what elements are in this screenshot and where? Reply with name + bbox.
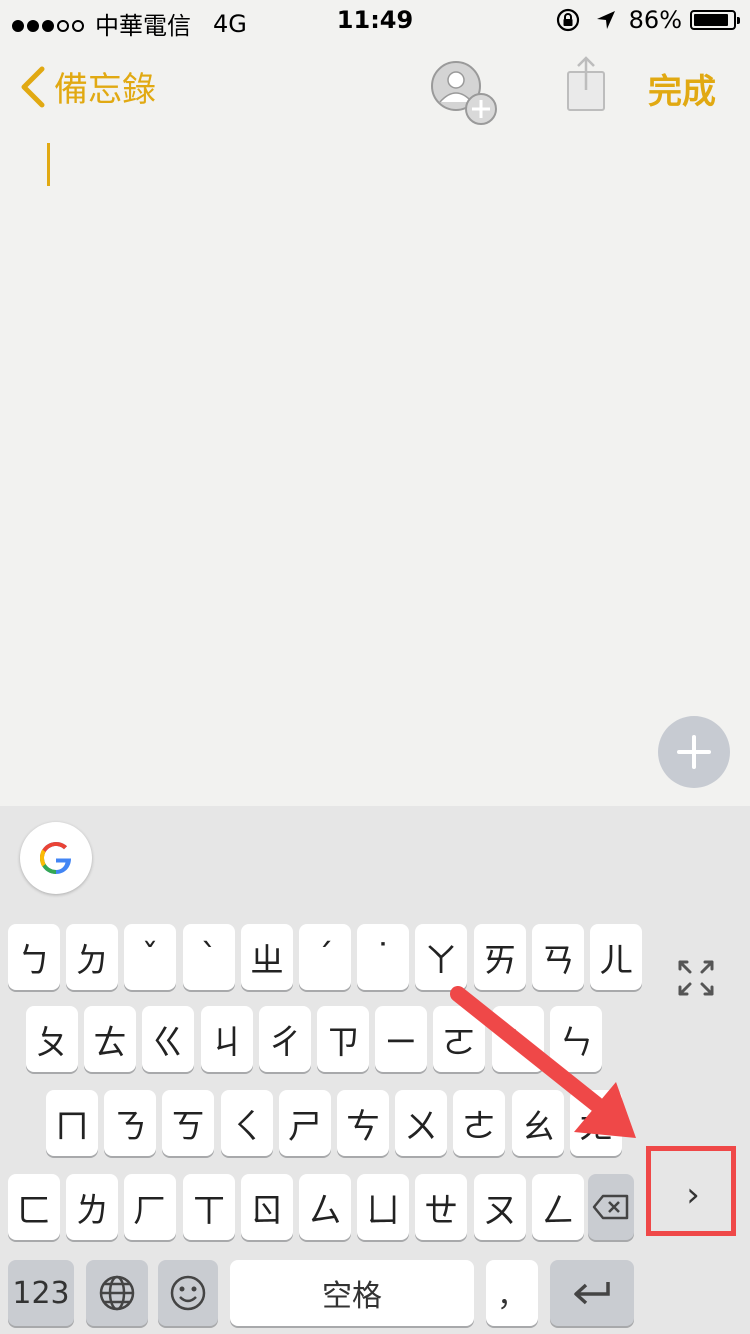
rotation-lock-icon <box>556 8 579 32</box>
zhuyin-key[interactable]: ㄤ <box>570 1090 622 1156</box>
backspace-icon <box>592 1194 629 1220</box>
zhuyin-key[interactable]: ㄏ <box>124 1174 176 1240</box>
zhuyin-key[interactable]: ㄚ <box>415 924 467 990</box>
zhuyin-key[interactable]: ㄓ <box>241 924 293 990</box>
zhuyin-key[interactable]: ㄈ <box>8 1174 60 1240</box>
return-key[interactable] <box>550 1260 634 1326</box>
zhuyin-key[interactable]: ㄜ <box>453 1090 505 1156</box>
add-attachment-button[interactable] <box>658 716 730 788</box>
zhuyin-key[interactable]: ㄝ <box>415 1174 467 1240</box>
zhuyin-key[interactable]: ㄐ <box>201 1006 253 1072</box>
zhuyin-key[interactable]: ㄗ <box>317 1006 369 1072</box>
zhuyin-key[interactable]: ㄔ <box>259 1006 311 1072</box>
comma-key[interactable]: ， <box>486 1260 538 1326</box>
globe-key[interactable] <box>86 1260 148 1326</box>
google-logo-icon <box>40 842 71 874</box>
zhuyin-key[interactable]: ㄖ <box>241 1174 293 1240</box>
back-button[interactable]: 備忘錄 <box>18 62 156 111</box>
zhuyin-key[interactable]: ㄦ <box>590 924 642 990</box>
zhuyin-key[interactable]: ㄟ <box>492 1006 544 1072</box>
zhuyin-key[interactable]: ㄨ <box>395 1090 447 1156</box>
zhuyin-key[interactable]: ㄥ <box>532 1174 584 1240</box>
chevron-left-icon <box>21 66 45 107</box>
zhuyin-key[interactable]: ㄎ <box>162 1090 214 1156</box>
status-bar: 中華電信 4G 11:49 86% <box>0 0 750 40</box>
numbers-key-label: 123 <box>12 1275 70 1311</box>
back-label: 備忘錄 <box>54 70 156 110</box>
return-icon <box>574 1282 610 1305</box>
numbers-key[interactable]: 123 <box>8 1260 74 1326</box>
zhuyin-key[interactable]: ㄑ <box>221 1090 273 1156</box>
zhuyin-key[interactable]: ㄙ <box>299 1174 351 1240</box>
zhuyin-key[interactable]: ˇ <box>124 924 176 990</box>
text-cursor <box>47 143 50 186</box>
emoji-key[interactable] <box>158 1260 218 1326</box>
zhuyin-key[interactable]: ˋ <box>183 924 235 990</box>
zhuyin-key[interactable]: ㄉ <box>66 924 118 990</box>
zhuyin-key[interactable]: ㄕ <box>279 1090 331 1156</box>
share-icon[interactable] <box>564 54 608 114</box>
space-key-label: 空格 <box>322 1279 382 1314</box>
zhuyin-key[interactable]: ˊ <box>299 924 351 990</box>
smiley-icon <box>170 1275 206 1311</box>
highlight-frame <box>646 1146 736 1236</box>
zhuyin-key[interactable]: ㄢ <box>532 924 584 990</box>
zhuyin-key[interactable]: ㄒ <box>183 1174 235 1240</box>
zhuyin-key[interactable]: ㄡ <box>474 1174 526 1240</box>
expand-keyboard-icon[interactable] <box>676 958 716 998</box>
zhuyin-key[interactable]: ㄞ <box>474 924 526 990</box>
zhuyin-key[interactable]: ㄛ <box>433 1006 485 1072</box>
zhuyin-key[interactable]: ㄆ <box>26 1006 78 1072</box>
zhuyin-key[interactable]: ㄅ <box>8 924 60 990</box>
add-person-icon[interactable] <box>426 54 498 126</box>
zhuyin-key[interactable]: ㄩ <box>357 1174 409 1240</box>
zhuyin-key[interactable]: ㄠ <box>512 1090 564 1156</box>
zhuyin-key[interactable]: ㄌ <box>66 1174 118 1240</box>
space-key[interactable]: 空格 <box>230 1260 474 1326</box>
backspace-key[interactable] <box>588 1174 634 1240</box>
battery-icon <box>690 10 740 30</box>
zhuyin-key[interactable]: ㄋ <box>104 1090 156 1156</box>
zhuyin-key[interactable]: ㄧ <box>375 1006 427 1072</box>
globe-icon <box>99 1275 135 1311</box>
zhuyin-key[interactable]: ㄊ <box>84 1006 136 1072</box>
google-search-button[interactable] <box>20 822 92 894</box>
zhuyin-key[interactable]: ˙ <box>357 924 409 990</box>
zhuyin-key[interactable]: ㄣ <box>550 1006 602 1072</box>
battery-percentage: 86% <box>628 6 682 34</box>
zhuyin-key[interactable]: ㄍ <box>142 1006 194 1072</box>
zhuyin-key[interactable]: ㄇ <box>46 1090 98 1156</box>
comma-key-label: ， <box>497 1279 527 1314</box>
done-button[interactable]: 完成 <box>648 64 716 113</box>
location-icon <box>596 11 615 29</box>
zhuyin-key[interactable]: ㄘ <box>337 1090 389 1156</box>
navigation-bar: 備忘錄 完成 <box>0 40 750 130</box>
